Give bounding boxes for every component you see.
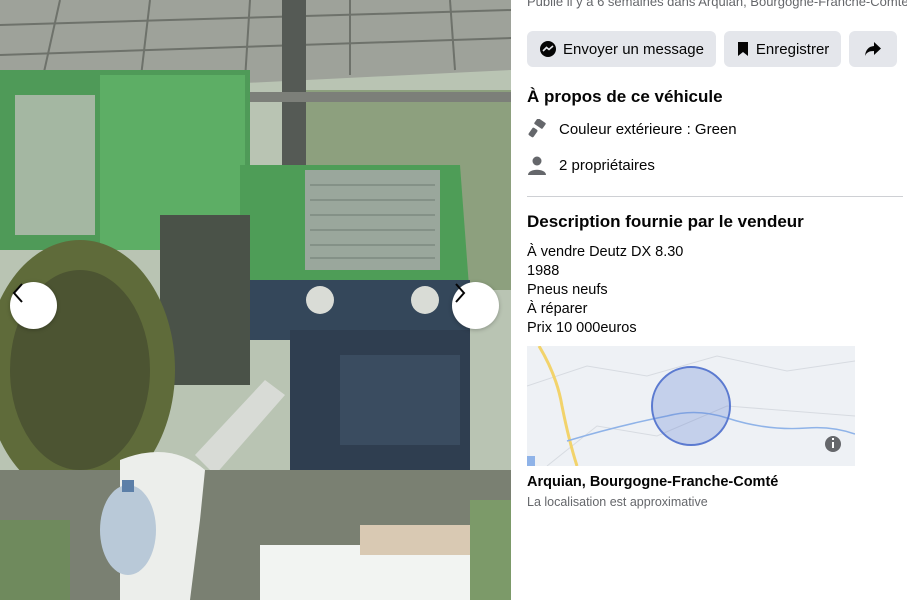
person-icon xyxy=(527,155,547,175)
location-map[interactable] xyxy=(527,346,855,466)
about-vehicle-heading: À propos de ce véhicule xyxy=(527,87,723,106)
section-divider xyxy=(527,196,903,197)
owners-text: 2 propriétaires xyxy=(559,156,655,174)
listing-photo xyxy=(0,0,511,600)
owners-row: 2 propriétaires xyxy=(527,155,655,175)
listing-details-panel: Publié il y a 6 semaines dans Arquian, B… xyxy=(511,0,914,600)
share-icon xyxy=(865,42,882,56)
description-line: À vendre Deutz DX 8.30 xyxy=(527,244,684,260)
exterior-color-row: Couleur extérieure : Green xyxy=(527,119,737,139)
description-line: Prix 10 000euros xyxy=(527,320,637,336)
paint-brush-icon xyxy=(527,119,547,139)
save-label: Enregistrer xyxy=(755,40,830,58)
messenger-icon xyxy=(540,41,556,57)
seller-description: À vendre Deutz DX 8.30 1988 Pneus neufs … xyxy=(527,243,683,338)
save-button[interactable]: Enregistrer xyxy=(723,31,842,67)
description-line: À réparer xyxy=(527,301,588,317)
seller-description-heading: Description fournie par le vendeur xyxy=(527,212,804,231)
location-name: Arquian, Bourgogne-Franche-Comté xyxy=(527,474,779,490)
action-bar: Envoyer un message Enregistrer xyxy=(527,31,898,67)
map-graphic xyxy=(527,346,855,466)
posted-info: Publié il y a 6 semaines dans Arquian, B… xyxy=(527,0,907,9)
bookmark-icon xyxy=(737,42,748,56)
location-approximate-note: La localisation est approximative xyxy=(527,495,708,509)
send-message-button[interactable]: Envoyer un message xyxy=(527,31,716,67)
exterior-color-text: Couleur extérieure : Green xyxy=(559,120,737,138)
previous-photo-button[interactable] xyxy=(10,282,57,329)
tractor-photo xyxy=(0,0,511,600)
send-message-label: Envoyer un message xyxy=(563,40,704,58)
description-line: Pneus neufs xyxy=(527,282,608,298)
next-photo-button[interactable] xyxy=(452,282,499,329)
chevron-right-icon xyxy=(455,283,466,303)
share-button[interactable] xyxy=(849,31,898,67)
chevron-left-icon xyxy=(12,283,23,303)
description-line: 1988 xyxy=(527,263,560,279)
